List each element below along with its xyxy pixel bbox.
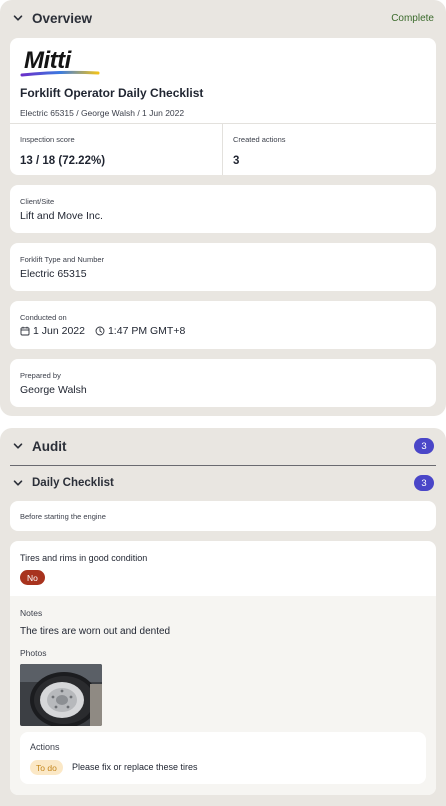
actions-label: Actions bbox=[30, 742, 60, 752]
forklift-label: Forklift Type and Number bbox=[20, 255, 105, 264]
calendar-icon bbox=[20, 326, 30, 336]
daily-checklist-title: Daily Checklist bbox=[32, 477, 114, 489]
audit-count-badge: 3 bbox=[414, 438, 434, 454]
inspection-score: Inspection score 13 / 18 (72.22%) bbox=[20, 135, 105, 169]
conducted-time: 1:47 PM GMT+8 bbox=[107, 325, 186, 337]
question-text: Tires and rims in good condition bbox=[20, 553, 148, 563]
notes-value: The tires are worn out and dented bbox=[20, 626, 171, 637]
created-actions-label: Created actions bbox=[233, 135, 286, 144]
group-label: Before starting the engine bbox=[20, 512, 106, 521]
answer-no-badge[interactable]: No bbox=[20, 570, 45, 585]
overview-panel: Overview Complete Mitti Forklift Operato… bbox=[0, 0, 446, 416]
conducted-datetime: 1 Jun 2022 1:47 PM GMT+8 bbox=[20, 325, 185, 337]
chevron-down-icon[interactable] bbox=[12, 12, 24, 24]
overview-header[interactable]: Overview Complete bbox=[0, 0, 446, 36]
created-actions-value: 3 bbox=[233, 155, 240, 167]
svg-text:Mitti: Mitti bbox=[24, 47, 73, 74]
prepared-by-label: Prepared by bbox=[20, 371, 61, 380]
prepared-by-value: George Walsh bbox=[20, 384, 87, 396]
report-title: Forklift Operator Daily Checklist bbox=[20, 86, 204, 100]
daily-checklist-count-badge: 3 bbox=[414, 475, 434, 491]
prepared-by-field[interactable]: Prepared by George Walsh bbox=[10, 359, 436, 407]
inspection-score-value: 13 / 18 (72.22%) bbox=[20, 155, 106, 167]
forklift-field[interactable]: Forklift Type and Number Electric 65315 bbox=[10, 243, 436, 291]
overview-title: Overview bbox=[32, 10, 93, 26]
mitti-logo: Mitti bbox=[20, 46, 100, 78]
question-card[interactable]: Tires and rims in good condition No Note… bbox=[10, 541, 436, 795]
todo-status-badge[interactable]: To do bbox=[30, 760, 63, 775]
conducted-on-label: Conducted on bbox=[20, 313, 67, 322]
audit-panel: Audit 3 Daily Checklist 3 Before startin… bbox=[0, 428, 446, 806]
photos-label: Photos bbox=[20, 648, 47, 658]
inspection-score-label: Inspection score bbox=[20, 135, 75, 144]
conducted-on-field[interactable]: Conducted on 1 Jun 2022 1:47 PM GMT+8 bbox=[10, 301, 436, 349]
report-summary-card: Mitti Forklift Operator Daily Checklist … bbox=[10, 38, 436, 175]
tire-photo[interactable] bbox=[20, 664, 102, 726]
status-complete: Complete bbox=[391, 12, 434, 24]
forklift-value: Electric 65315 bbox=[20, 268, 87, 280]
audit-title: Audit bbox=[32, 438, 67, 454]
divider bbox=[10, 123, 436, 124]
clock-icon bbox=[95, 326, 105, 336]
action-text[interactable]: Please fix or replace these tires bbox=[72, 762, 198, 772]
conducted-date: 1 Jun 2022 bbox=[33, 325, 85, 337]
chevron-down-icon[interactable] bbox=[12, 440, 24, 452]
chevron-down-icon[interactable] bbox=[12, 477, 24, 489]
audit-header[interactable]: Audit 3 bbox=[0, 428, 446, 464]
actions-card: Actions To do Please fix or replace thes… bbox=[20, 732, 426, 784]
client-site-field[interactable]: Client/Site Lift and Move Inc. bbox=[10, 185, 436, 233]
divider bbox=[222, 123, 223, 175]
created-actions: Created actions 3 bbox=[233, 135, 286, 169]
report-subtitle: Electric 65315 / George Walsh / 1 Jun 20… bbox=[20, 108, 185, 118]
group-header-card: Before starting the engine bbox=[10, 501, 436, 531]
daily-checklist-header[interactable]: Daily Checklist 3 bbox=[0, 465, 446, 501]
client-site-value: Lift and Move Inc. bbox=[20, 210, 103, 222]
notes-label: Notes bbox=[20, 608, 43, 618]
question-details: Notes The tires are worn out and dented … bbox=[10, 596, 436, 795]
client-site-label: Client/Site bbox=[20, 197, 55, 206]
